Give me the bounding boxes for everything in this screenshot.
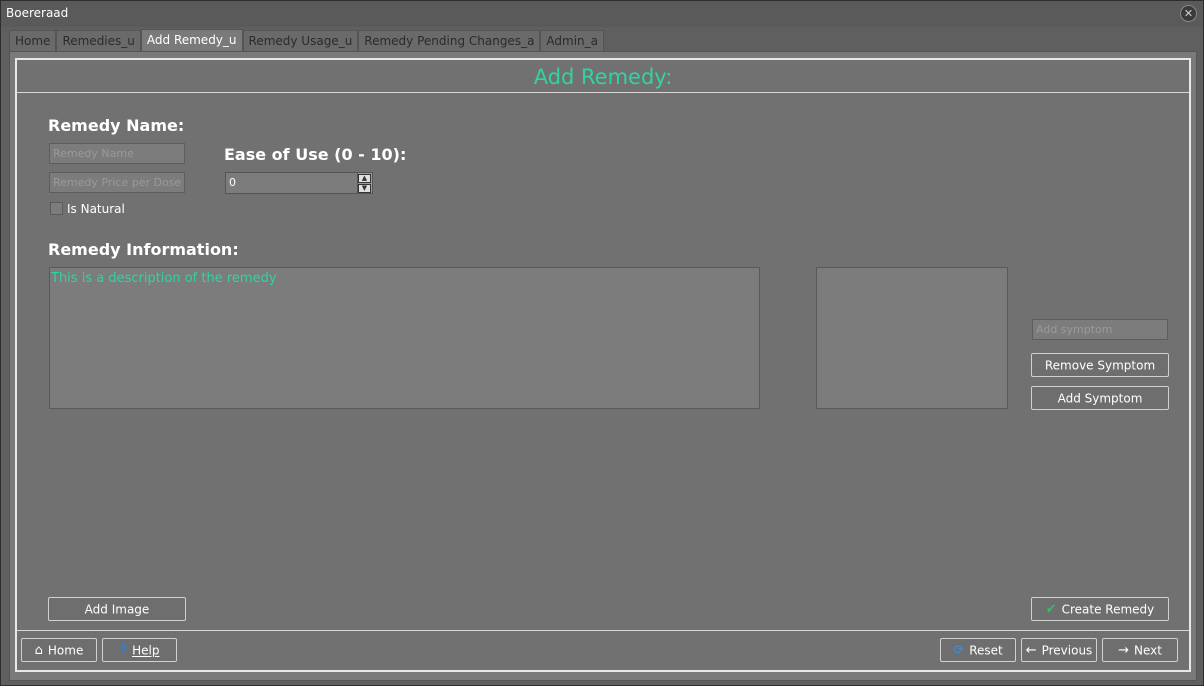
ease-of-use-label: Ease of Use (0 - 10): bbox=[224, 145, 407, 164]
home-button-label: Home bbox=[47, 643, 84, 658]
question-icon: ? bbox=[119, 642, 128, 658]
add-symptom-label: Add Symptom bbox=[1057, 391, 1143, 406]
reset-button-label: Reset bbox=[969, 643, 1003, 658]
symptoms-list[interactable] bbox=[816, 267, 1008, 409]
reset-button[interactable]: ⟳ Reset bbox=[940, 638, 1016, 662]
is-natural-label: Is Natural bbox=[67, 202, 125, 216]
footer-divider bbox=[17, 630, 1189, 631]
title-bar: Boereraad ✕ bbox=[1, 1, 1203, 27]
create-remedy-label: Create Remedy bbox=[1061, 602, 1155, 617]
spin-down-icon[interactable]: ▼ bbox=[358, 184, 371, 193]
add-remedy-form: Add Remedy: Remedy Name: Remedy Name Rem… bbox=[15, 58, 1191, 672]
ease-of-use-spinbox[interactable]: 0 ▲ ▼ bbox=[225, 172, 373, 194]
tab-add-remedy[interactable]: Add Remedy_u bbox=[140, 29, 243, 51]
add-symptom-input[interactable]: Add symptom bbox=[1032, 319, 1168, 340]
add-image-label: Add Image bbox=[84, 602, 150, 617]
create-remedy-button[interactable]: ✔ Create Remedy bbox=[1031, 597, 1169, 621]
tab-admin[interactable]: Admin_a bbox=[540, 30, 605, 51]
home-button[interactable]: ⌂ Home bbox=[21, 638, 97, 662]
arrow-right-icon: → bbox=[1118, 642, 1129, 658]
add-image-button[interactable]: Add Image bbox=[48, 597, 186, 621]
next-button-label: Next bbox=[1133, 643, 1162, 658]
tab-content-panel: Add Remedy: Remedy Name: Remedy Name Rem… bbox=[9, 51, 1197, 681]
close-button[interactable]: ✕ bbox=[1180, 5, 1197, 22]
add-symptom-button[interactable]: Add Symptom bbox=[1031, 386, 1169, 410]
app-window: Boereraad ✕ Home Remedies_u Add Remedy_u… bbox=[0, 0, 1204, 686]
page-title: Add Remedy: bbox=[533, 65, 673, 89]
ease-of-use-value: 0 bbox=[229, 176, 236, 189]
checkmark-icon: ✔ bbox=[1045, 601, 1057, 617]
next-button[interactable]: → Next bbox=[1102, 638, 1178, 662]
refresh-icon: ⟳ bbox=[953, 642, 965, 658]
remedy-information-label: Remedy Information: bbox=[48, 240, 239, 259]
previous-button[interactable]: ← Previous bbox=[1021, 638, 1097, 662]
tab-remedy-usage[interactable]: Remedy Usage_u bbox=[242, 30, 359, 51]
page-header: Add Remedy: bbox=[17, 60, 1189, 93]
remedy-price-input[interactable]: Remedy Price per Dose bbox=[49, 172, 185, 193]
is-natural-checkbox[interactable] bbox=[50, 202, 63, 215]
tab-bar: Home Remedies_u Add Remedy_u Remedy Usag… bbox=[9, 29, 605, 51]
remedy-information-textarea[interactable]: This is a description of the remedy bbox=[49, 267, 760, 409]
spin-arrows: ▲ ▼ bbox=[357, 173, 372, 193]
tab-remedy-pending-changes[interactable]: Remedy Pending Changes_a bbox=[358, 30, 541, 51]
close-icon: ✕ bbox=[1183, 7, 1194, 20]
spin-up-icon[interactable]: ▲ bbox=[358, 174, 371, 183]
help-button-label: Help bbox=[132, 643, 160, 658]
help-button[interactable]: ? Help bbox=[102, 638, 177, 662]
tab-remedies[interactable]: Remedies_u bbox=[56, 30, 141, 51]
tab-home[interactable]: Home bbox=[9, 30, 57, 51]
remedy-name-input[interactable]: Remedy Name bbox=[49, 143, 185, 164]
window-title: Boereraad bbox=[6, 6, 69, 20]
previous-button-label: Previous bbox=[1041, 643, 1093, 658]
arrow-left-icon: ← bbox=[1025, 642, 1037, 658]
remove-symptom-label: Remove Symptom bbox=[1044, 358, 1156, 373]
home-icon: ⌂ bbox=[34, 642, 43, 658]
remove-symptom-button[interactable]: Remove Symptom bbox=[1031, 353, 1169, 377]
remedy-name-label: Remedy Name: bbox=[48, 116, 185, 135]
